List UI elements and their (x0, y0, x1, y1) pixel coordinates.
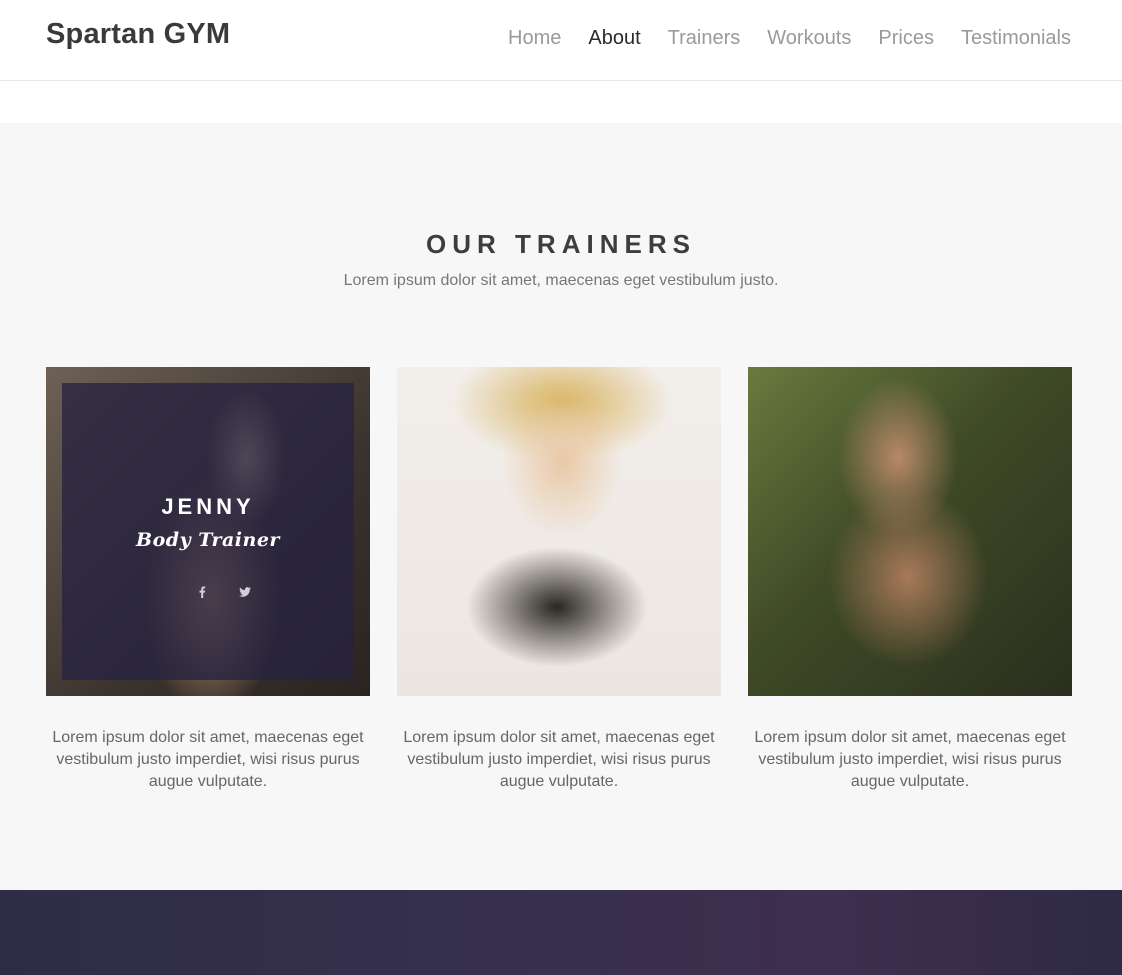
header-spacer (0, 81, 1122, 123)
nav-home[interactable]: Home (508, 27, 561, 50)
nav-testimonials[interactable]: Testimonials (961, 27, 1071, 50)
brand-logo[interactable]: Spartan GYM (46, 18, 230, 51)
facebook-icon[interactable] (198, 586, 206, 601)
trainer-photo[interactable] (397, 367, 721, 696)
section-subtitle: Lorem ipsum dolor sit amet, maecenas ege… (343, 272, 779, 289)
main-nav: Home About Trainers Workouts Prices Test… (508, 27, 1071, 50)
site-header: Spartan GYM Home About Trainers Workouts… (0, 0, 1122, 81)
trainer-name: JENNY (161, 494, 255, 519)
trainer-card-3: Lorem ipsum dolor sit amet, maecenas ege… (748, 367, 1072, 793)
trainer-description: Lorem ipsum dolor sit amet, maecenas ege… (403, 729, 715, 790)
next-section-banner (0, 890, 1122, 975)
nav-workouts[interactable]: Workouts (767, 27, 851, 50)
section-title: OUR TRAINERS (426, 229, 696, 259)
trainer-photo[interactable] (748, 367, 1072, 696)
trainer-card-jenny: JENNY Body Trainer Lorem ipsum dolor sit… (46, 367, 370, 793)
trainers-section: OUR TRAINERS Lorem ipsum dolor sit amet,… (0, 123, 1122, 890)
trainer-description: Lorem ipsum dolor sit amet, maecenas ege… (754, 729, 1066, 790)
nav-about[interactable]: About (588, 27, 640, 50)
trainer-overlay: JENNY Body Trainer (62, 383, 354, 680)
trainer-description: Lorem ipsum dolor sit amet, maecenas ege… (52, 729, 364, 790)
twitter-icon[interactable] (239, 586, 251, 600)
nav-prices[interactable]: Prices (878, 27, 934, 50)
trainer-photo[interactable]: JENNY Body Trainer (46, 367, 370, 696)
nav-trainers[interactable]: Trainers (668, 27, 741, 50)
trainer-role: Body Trainer (136, 529, 280, 551)
trainer-card-2: Lorem ipsum dolor sit amet, maecenas ege… (397, 367, 721, 793)
